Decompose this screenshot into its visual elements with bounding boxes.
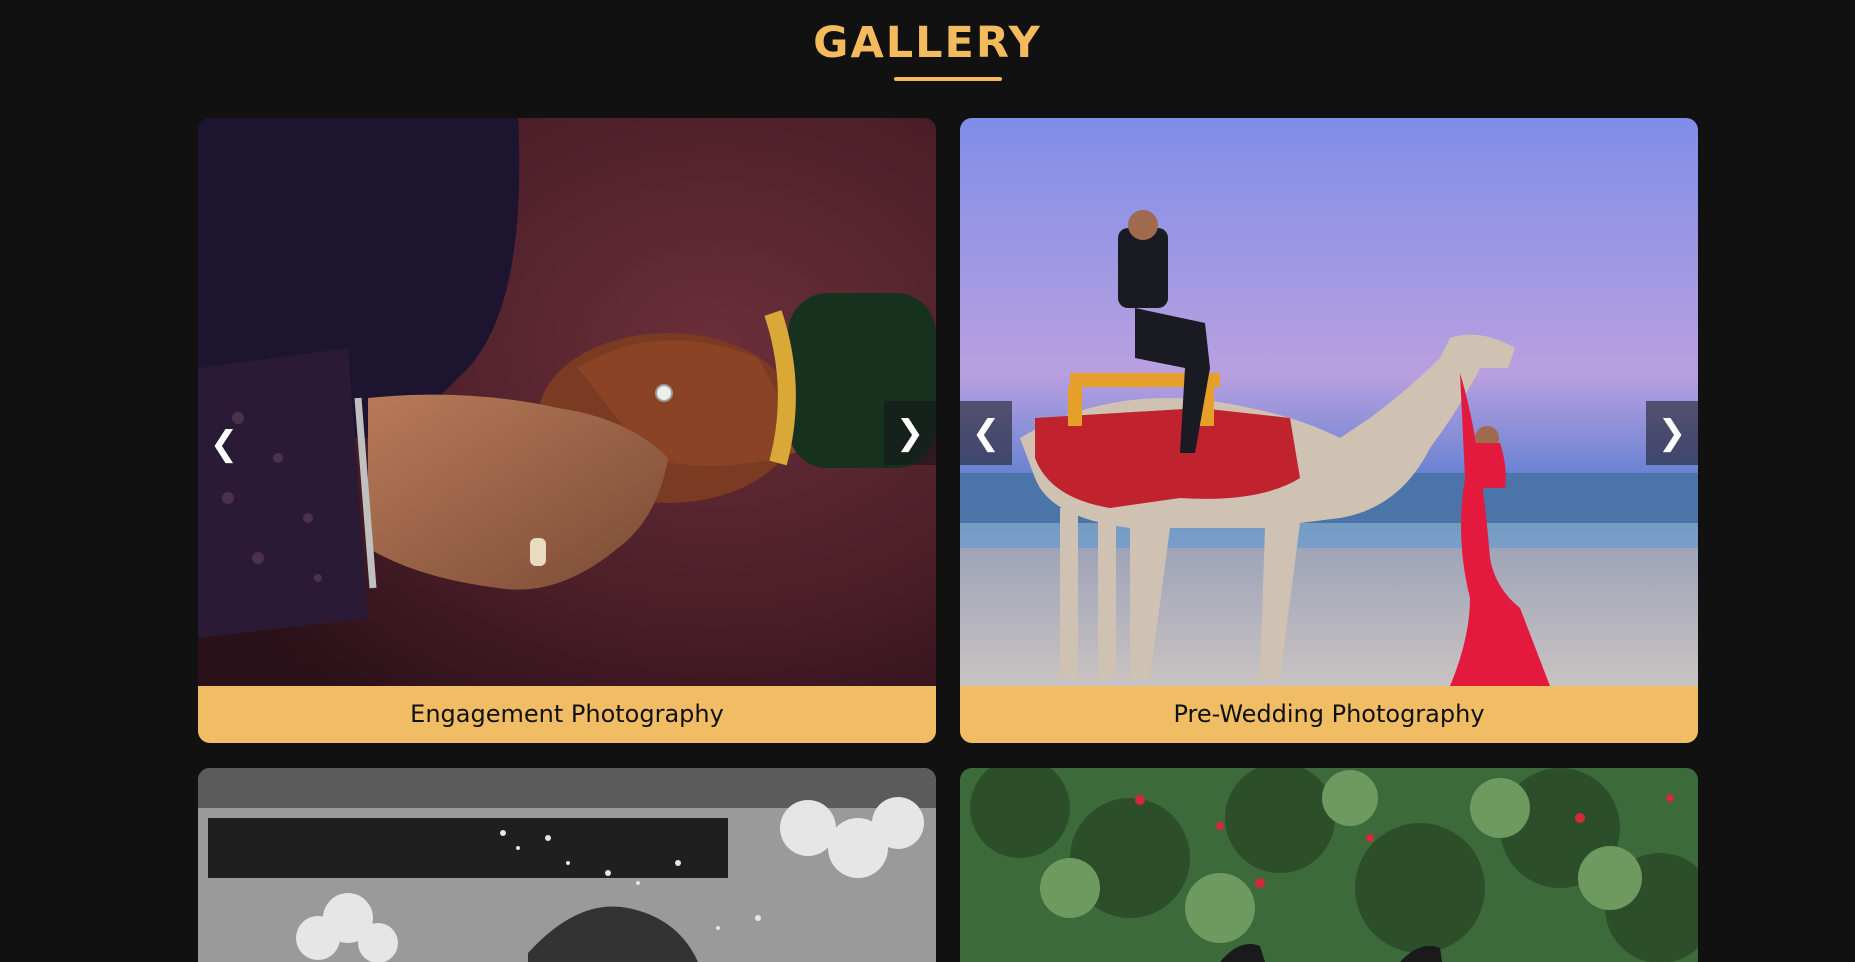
- carousel-prev-button[interactable]: ❮: [198, 412, 250, 476]
- page-title: GALLERY: [813, 18, 1042, 68]
- gallery-header: GALLERY: [0, 0, 1855, 100]
- gallery-card-3: [198, 768, 936, 962]
- carousel-prev-button[interactable]: ❮: [960, 401, 1012, 465]
- gallery-card-4: [960, 768, 1698, 962]
- chevron-left-icon: ❮: [209, 425, 239, 463]
- carousel-next-button[interactable]: ❯: [1646, 401, 1698, 465]
- chevron-right-icon: ❯: [895, 414, 925, 452]
- chevron-left-icon: ❮: [971, 414, 1001, 452]
- chevron-right-icon: ❯: [1657, 414, 1687, 452]
- card-caption: Pre-Wedding Photography: [960, 686, 1698, 743]
- pre-wedding-photo: [960, 118, 1698, 686]
- card-caption: Engagement Photography: [198, 686, 936, 743]
- carousel-next-button[interactable]: ❯: [884, 401, 936, 465]
- gallery-photo-4: [960, 768, 1698, 962]
- engagement-photo: [198, 118, 936, 686]
- title-underline: [894, 77, 1002, 81]
- gallery-card-pre-wedding: ❮ ❯ Pre-Wedding Photography: [960, 118, 1698, 743]
- gallery-card-engagement: ❮ ❯ Engagement Photography: [198, 118, 936, 743]
- gallery-photo-3: [198, 768, 936, 962]
